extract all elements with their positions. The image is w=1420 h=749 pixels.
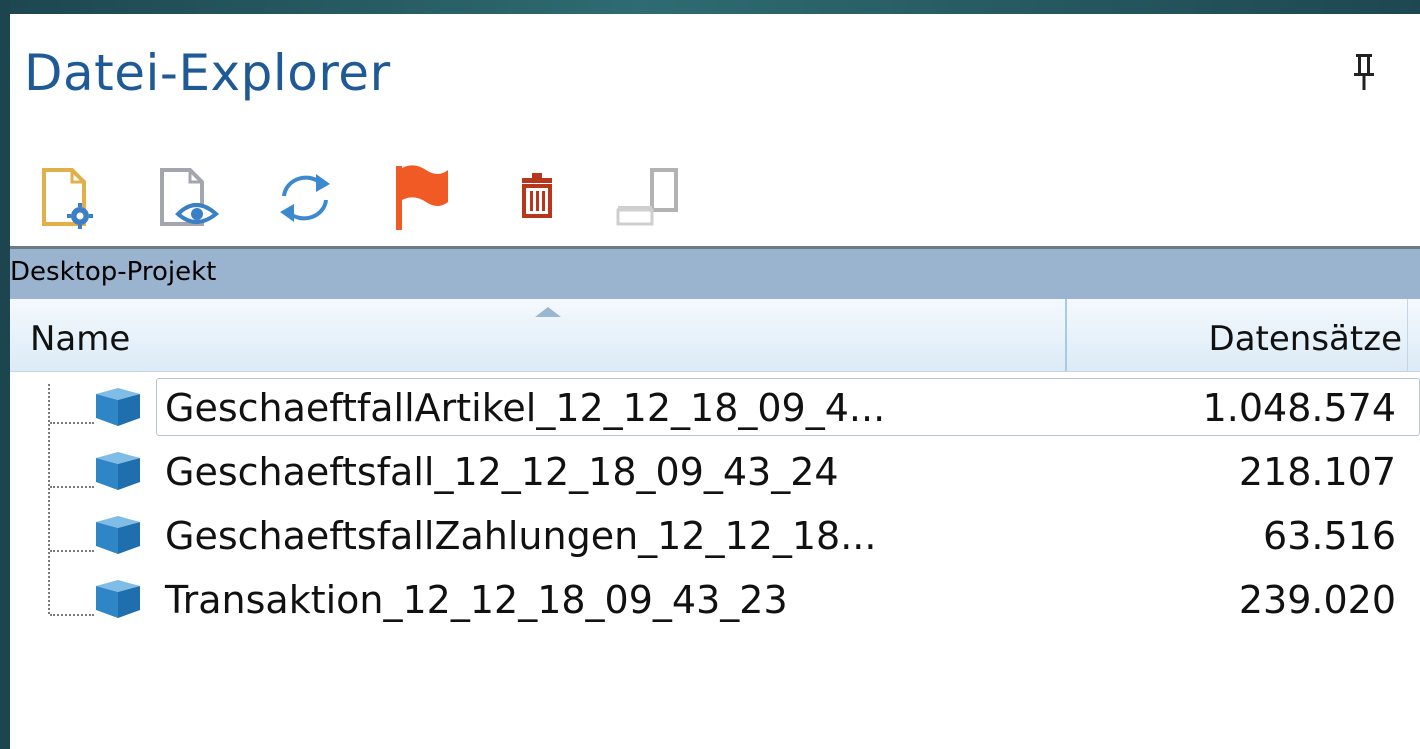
table-row[interactable]: Geschaeftsfall_12_12_18_09_43_24 218.107 xyxy=(10,438,1420,502)
column-header-records[interactable]: Datensätze xyxy=(1067,299,1408,371)
window-frame-left xyxy=(0,0,10,749)
panel-title: Datei-Explorer xyxy=(24,44,391,102)
row-record-count: 239.020 xyxy=(1238,578,1396,622)
column-header-name-label: Name xyxy=(30,319,131,359)
file-preview-icon[interactable] xyxy=(156,162,220,232)
table-row[interactable]: GeschaeftsfallZahlungen_12_12_18... 63.5… xyxy=(10,502,1420,566)
row-record-count: 218.107 xyxy=(1238,450,1396,494)
file-settings-icon[interactable] xyxy=(38,162,102,232)
delete-icon[interactable] xyxy=(508,162,572,232)
table-row[interactable]: Transaktion_12_12_18_09_43_23 239.020 xyxy=(10,566,1420,630)
table-header: Name Datensätze xyxy=(10,299,1420,372)
column-header-name[interactable]: Name xyxy=(10,299,1067,371)
flag-icon[interactable] xyxy=(390,162,454,232)
table-cube-icon xyxy=(96,516,140,554)
table-row[interactable]: GeschaeftfallArtikel_12_12_18_09_4... 1.… xyxy=(10,374,1420,438)
sort-ascending-icon xyxy=(535,307,561,317)
file-explorer-panel: Datei-Explorer Desktop-Projekt Name Date… xyxy=(10,14,1420,749)
window-toggle-icon[interactable] xyxy=(614,162,678,232)
column-header-records-label: Datensätze xyxy=(1208,319,1402,359)
table-cube-icon xyxy=(96,388,140,426)
project-label: Desktop-Projekt xyxy=(10,257,217,287)
row-record-count: 1.048.574 xyxy=(1202,386,1396,430)
pin-icon[interactable] xyxy=(1350,52,1378,92)
row-name: GeschaeftfallArtikel_12_12_18_09_4... xyxy=(165,386,886,430)
project-bar[interactable]: Desktop-Projekt xyxy=(10,249,1420,299)
refresh-icon[interactable] xyxy=(272,162,336,232)
row-name: Transaktion_12_12_18_09_43_23 xyxy=(165,578,788,622)
row-record-count: 63.516 xyxy=(1263,514,1396,558)
toolbar xyxy=(10,154,1420,244)
row-name: Geschaeftsfall_12_12_18_09_43_24 xyxy=(165,450,839,494)
table-cube-icon xyxy=(96,580,140,618)
row-name: GeschaeftsfallZahlungen_12_12_18... xyxy=(165,514,877,558)
table-cube-icon xyxy=(96,452,140,490)
window-frame-top xyxy=(0,0,1420,14)
